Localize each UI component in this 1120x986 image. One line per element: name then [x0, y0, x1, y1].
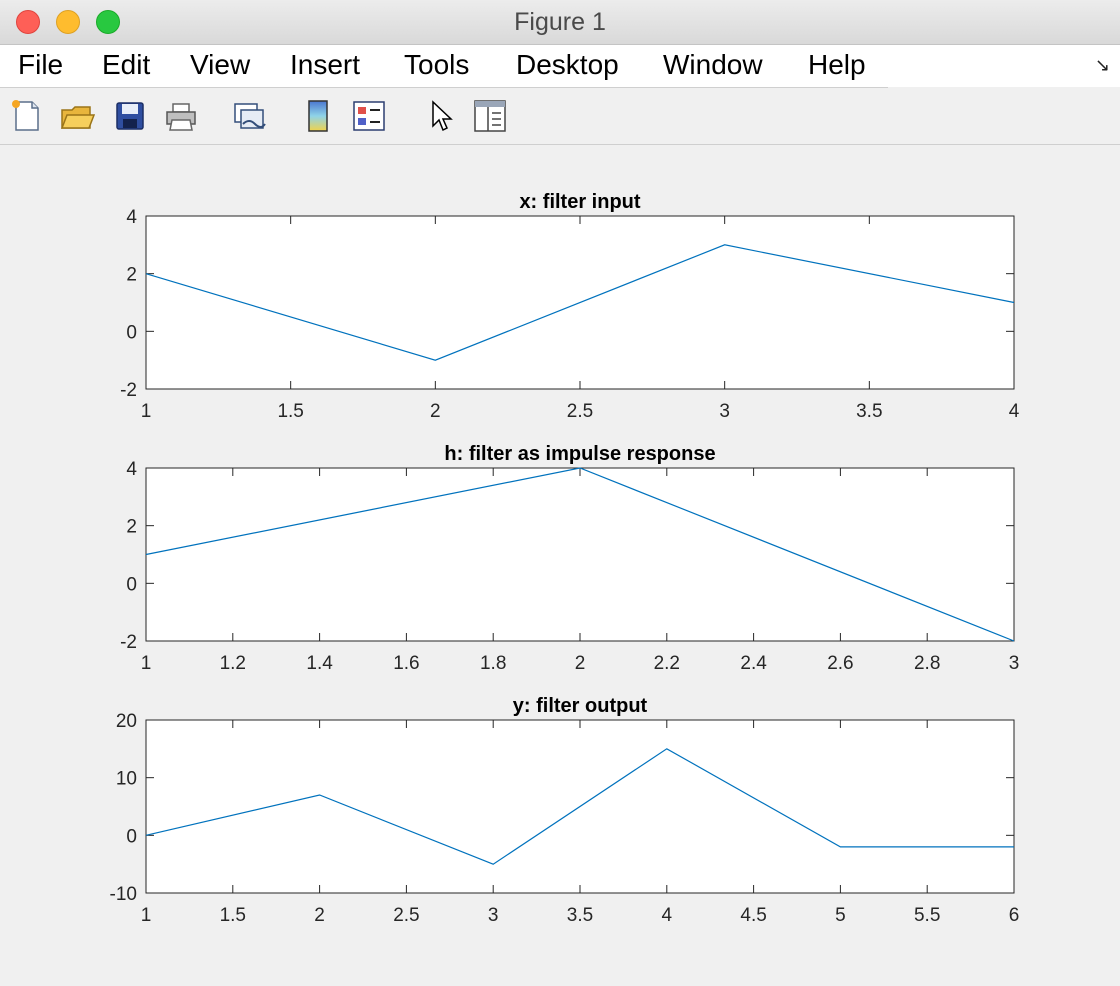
y-tick-label: 0	[126, 322, 137, 343]
menu-tools[interactable]: Tools	[404, 49, 469, 81]
window-title: Figure 1	[514, 8, 606, 36]
axes-3-title: y: filter output	[513, 695, 648, 717]
new-figure-icon[interactable]	[8, 98, 44, 134]
property-inspector-icon[interactable]	[472, 98, 508, 134]
title-bar: Figure 1	[0, 0, 1120, 45]
x-tick-label: 3.5	[567, 905, 593, 926]
x-tick-label: 2.6	[827, 653, 853, 674]
y-tick-label: 4	[126, 459, 137, 480]
y-tick-label: 0	[126, 574, 137, 595]
x-tick-label: 1	[141, 653, 152, 674]
open-file-icon[interactable]	[59, 98, 95, 134]
menu-window[interactable]: Window	[663, 49, 763, 81]
menu-bar: File Edit View Insert Tools Desktop Wind…	[0, 45, 1120, 88]
x-tick-label: 1	[141, 905, 152, 926]
y-tick-label: 4	[126, 207, 137, 228]
menu-file[interactable]: File	[18, 49, 63, 81]
x-tick-label: 6	[1009, 905, 1020, 926]
menu-view[interactable]: View	[190, 49, 250, 81]
x-tick-label: 3	[488, 905, 499, 926]
x-tick-label: 2.5	[393, 905, 419, 926]
y-tick-label: -2	[120, 380, 137, 401]
x-tick-label: 1.5	[220, 905, 246, 926]
x-tick-label: 2	[430, 401, 441, 422]
pointer-icon[interactable]	[422, 98, 458, 134]
dock-figure-icon[interactable]: ↘	[1095, 55, 1110, 76]
x-tick-label: 3	[719, 401, 730, 422]
x-tick-label: 5.5	[914, 905, 940, 926]
x-tick-label: 1.8	[480, 653, 506, 674]
axes-2[interactable]	[145, 467, 1015, 642]
colorbar-icon[interactable]	[300, 98, 336, 134]
x-tick-label: 1.4	[306, 653, 333, 674]
x-tick-label: 4	[1009, 401, 1020, 422]
menu-desktop[interactable]: Desktop	[516, 49, 619, 81]
print-icon[interactable]	[163, 98, 199, 134]
figure-toolbar	[0, 88, 1120, 145]
x-tick-label: 2.2	[654, 653, 680, 674]
y-tick-label: 2	[126, 517, 137, 538]
menu-edit[interactable]: Edit	[102, 49, 150, 81]
x-tick-label: 2	[575, 653, 586, 674]
x-tick-label: 1.5	[277, 401, 303, 422]
link-plot-icon[interactable]	[231, 98, 267, 134]
y-tick-label: -2	[120, 632, 137, 653]
y-tick-label: 0	[126, 826, 137, 847]
axes-1-title: x: filter input	[519, 191, 640, 213]
x-tick-label: 3	[1009, 653, 1020, 674]
x-tick-label: 2.5	[567, 401, 593, 422]
x-tick-label: 4.5	[740, 905, 766, 926]
subplots: x: filter input 1 1.5 2 2.5 3 3.5 4 -2 0 2 4 h: filt…	[110, 191, 1020, 926]
menu-insert[interactable]: Insert	[290, 49, 360, 81]
save-icon[interactable]	[112, 98, 148, 134]
y-tick-label: 2	[126, 265, 137, 286]
y-tick-label: 20	[116, 711, 137, 732]
menu-help[interactable]: Help	[808, 49, 866, 81]
x-tick-label: 1.6	[393, 653, 419, 674]
axes-2-title: h: filter as impulse response	[444, 443, 715, 465]
legend-icon[interactable]	[351, 98, 387, 134]
x-tick-label: 4	[662, 905, 673, 926]
x-tick-label: 2.4	[740, 653, 767, 674]
x-tick-label: 2	[314, 905, 325, 926]
figure-window: Figure 1 File Edit View Insert Tools Des…	[0, 0, 1120, 986]
x-tick-label: 5	[835, 905, 846, 926]
x-tick-label: 1	[141, 401, 152, 422]
y-tick-label: 10	[116, 769, 137, 790]
y-tick-label: -10	[110, 884, 137, 905]
x-tick-label: 1.2	[220, 653, 246, 674]
x-tick-label: 2.8	[914, 653, 940, 674]
figure-canvas: x: filter input 1 1.5 2 2.5 3 3.5 4 -2 0 2 4 h: filt…	[0, 145, 1120, 986]
x-tick-label: 3.5	[856, 401, 882, 422]
